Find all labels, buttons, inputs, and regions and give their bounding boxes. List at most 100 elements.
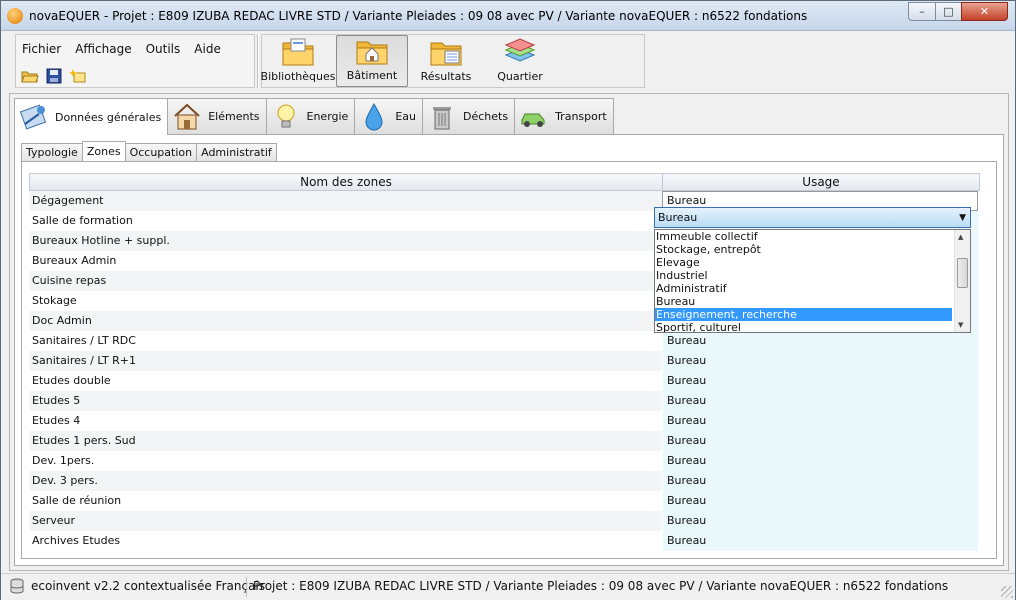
usage-cell[interactable]: Bureau: [662, 391, 978, 411]
dropdown-option[interactable]: Administratif: [655, 282, 952, 295]
zone-name-cell[interactable]: Doc Admin: [29, 311, 662, 331]
table-row[interactable]: Serveur Bureau: [29, 511, 980, 531]
tab-dechets-label: Déchets: [463, 110, 509, 123]
usage-cell[interactable]: Bureau: [662, 471, 978, 491]
usage-cell[interactable]: Bureau: [662, 531, 978, 551]
usage-cell[interactable]: Bureau: [662, 451, 978, 471]
title-bar[interactable]: novaEQUER - Projet : E809 IZUBA REDAC LI…: [1, 1, 1015, 31]
tab-energie[interactable]: Energie: [265, 98, 356, 134]
quartier-button[interactable]: Quartier: [484, 35, 556, 87]
zone-name-cell[interactable]: Stokage: [29, 291, 662, 311]
dropdown-scrollbar[interactable]: ▲ ▼: [954, 230, 970, 332]
folder-results-icon: [430, 42, 462, 66]
zone-name-cell[interactable]: Bureaux Hotline + suppl.: [29, 231, 662, 251]
table-row[interactable]: Dev. 1pers. Bureau: [29, 451, 980, 471]
menu-fichier[interactable]: Fichier: [20, 41, 63, 57]
menu-outils[interactable]: Outils: [144, 41, 183, 57]
tab-donnees-generales[interactable]: Données générales: [14, 98, 169, 135]
tab-occupation[interactable]: Occupation: [124, 143, 198, 161]
resize-grip-icon[interactable]: [1001, 586, 1013, 598]
usage-cell[interactable]: Bureau: [662, 331, 978, 351]
chevron-down-icon[interactable]: ▼: [959, 209, 966, 228]
save-disk-icon[interactable]: [44, 67, 64, 85]
batiment-button[interactable]: Bâtiment: [336, 35, 408, 87]
usage-cell[interactable]: Bureau: [662, 411, 978, 431]
dropdown-option[interactable]: Industriel: [655, 269, 952, 282]
minimize-button[interactable]: –: [908, 2, 936, 21]
column-header-usage[interactable]: Usage: [663, 174, 979, 190]
zone-name-cell[interactable]: Dev. 3 pers.: [29, 471, 662, 491]
status-separator: [246, 577, 247, 597]
lightbulb-icon: [277, 104, 294, 127]
folder-library-icon: [282, 38, 314, 66]
tab-administratif[interactable]: Administratif: [196, 143, 277, 161]
table-row[interactable]: Archives Etudes Bureau: [29, 531, 980, 551]
district-map-icon: [504, 38, 536, 62]
dropdown-option[interactable]: Immeuble collectif: [655, 230, 952, 243]
zone-name-cell[interactable]: Bureaux Admin: [29, 251, 662, 271]
table-row[interactable]: Etudes 4 Bureau: [29, 411, 980, 431]
tab-eau[interactable]: Eau: [354, 98, 423, 134]
usage-cell[interactable]: Bureau: [662, 511, 978, 531]
zone-name-cell[interactable]: Dev. 1pers.: [29, 451, 662, 471]
close-button[interactable]: ✕: [961, 2, 1008, 21]
tab-elements-label: Eléments: [208, 110, 260, 123]
table-row[interactable]: Salle de réunion Bureau: [29, 491, 980, 511]
usage-cell[interactable]: Bureau: [662, 351, 978, 371]
zone-name-cell[interactable]: Serveur: [29, 511, 662, 531]
tab-typologie[interactable]: Typologie: [21, 143, 83, 161]
bibliotheques-button[interactable]: Bibliothèques: [261, 35, 335, 87]
menu-aide[interactable]: Aide: [192, 41, 223, 57]
zone-name-cell[interactable]: Archives Etudes: [29, 531, 662, 551]
folder-building-icon: [356, 41, 388, 65]
toolbar-area: Fichier Affichage Outils Aide Bibliothèq…: [9, 32, 1009, 90]
dropdown-option[interactable]: Stockage, entrepôt: [655, 243, 952, 256]
dropdown-option[interactable]: Elevage: [655, 256, 952, 269]
zone-name-cell[interactable]: Etudes double: [29, 371, 662, 391]
column-header-nom[interactable]: Nom des zones: [30, 174, 663, 190]
maximize-button[interactable]: □: [935, 2, 962, 21]
zone-name-cell[interactable]: Cuisine repas: [29, 271, 662, 291]
tab-elements[interactable]: Eléments: [167, 98, 267, 134]
table-row[interactable]: Sanitaires / LT R+1 Bureau: [29, 351, 980, 371]
usage-cell[interactable]: Bureau: [662, 431, 978, 451]
scrollbar-thumb[interactable]: [957, 258, 968, 288]
tab-zones[interactable]: Zones: [81, 141, 126, 161]
zone-name-cell[interactable]: Sanitaires / LT RDC: [29, 331, 662, 351]
dropdown-option[interactable]: Bureau: [655, 295, 952, 308]
table-row[interactable]: Etudes 5 Bureau: [29, 391, 980, 411]
car-icon: [521, 113, 545, 127]
zone-name-cell[interactable]: Salle de réunion: [29, 491, 662, 511]
scroll-down-icon[interactable]: ▼: [958, 321, 963, 329]
table-row[interactable]: Etudes 1 pers. Sud Bureau: [29, 431, 980, 451]
open-folder-icon[interactable]: [20, 67, 40, 85]
resultats-button[interactable]: Résultats: [410, 35, 482, 87]
usage-combobox[interactable]: Bureau ▼: [654, 207, 971, 228]
dropdown-option[interactable]: Enseignement, recherche: [655, 308, 952, 321]
table-header: Nom des zones Usage: [29, 173, 980, 191]
zone-name-cell[interactable]: Salle de formation: [29, 211, 662, 231]
usage-dropdown-list: Immeuble collectif Stockage, entrepôt Elev…: [654, 229, 971, 333]
table-row[interactable]: Dev. 3 pers. Bureau: [29, 471, 980, 491]
usage-cell[interactable]: Bureau: [662, 491, 978, 511]
tab-donnees-generales-label: Données générales: [55, 110, 162, 124]
scroll-up-icon[interactable]: ▲: [958, 233, 963, 241]
usage-cell[interactable]: Bureau: [662, 371, 978, 391]
zone-name-cell[interactable]: Etudes 4: [29, 411, 662, 431]
sub-tabs: Typologie Zones Occupation Administratif: [21, 141, 277, 161]
zone-name-cell[interactable]: Dégagement: [29, 191, 662, 211]
tab-dechets[interactable]: Déchets: [422, 98, 516, 134]
zone-name-cell[interactable]: Etudes 5: [29, 391, 662, 411]
zone-name-cell[interactable]: Sanitaires / LT R+1: [29, 351, 662, 371]
status-database: ecoinvent v2.2 contextualisée Français: [9, 578, 265, 594]
table-row[interactable]: Etudes double Bureau: [29, 371, 980, 391]
tab-transport[interactable]: Transport: [514, 98, 614, 134]
water-drop-icon: [365, 102, 383, 130]
menu-affichage[interactable]: Affichage: [73, 41, 133, 57]
tab-energie-label: Energie: [306, 110, 349, 123]
new-item-icon[interactable]: [68, 67, 88, 85]
main-tabs: Données générales Eléments Energie Eau D…: [14, 98, 614, 135]
table-row[interactable]: Sanitaires / LT RDC Bureau: [29, 331, 980, 351]
dropdown-option[interactable]: Sportif, culturel: [655, 321, 952, 332]
zone-name-cell[interactable]: Etudes 1 pers. Sud: [29, 431, 662, 451]
